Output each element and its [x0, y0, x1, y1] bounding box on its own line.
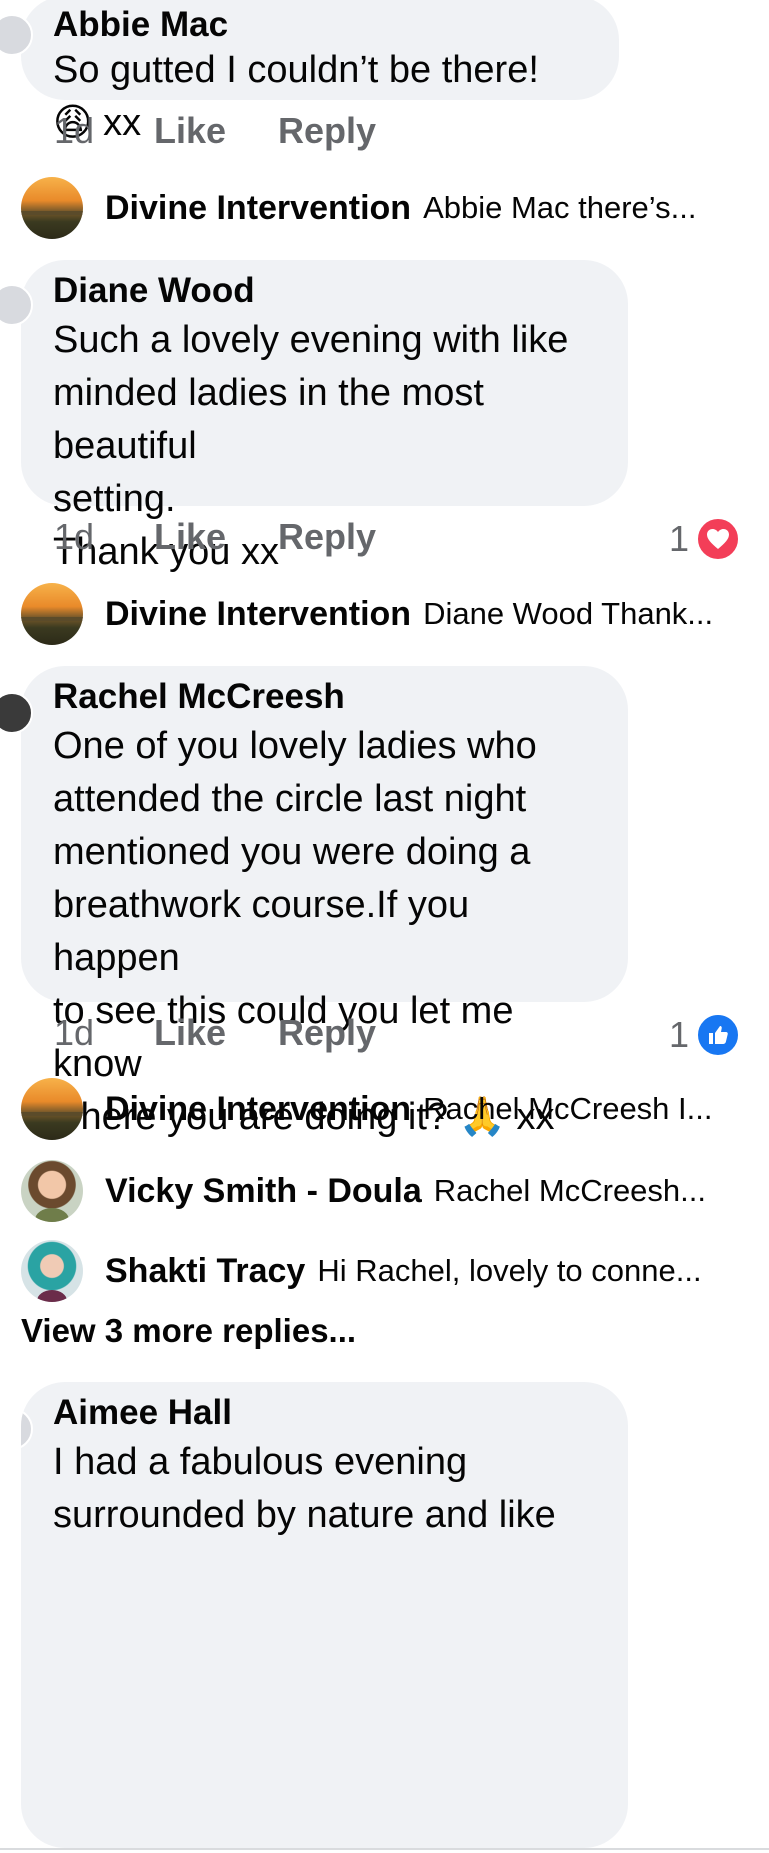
- avatar[interactable]: [0, 14, 33, 56]
- reply-button[interactable]: Reply: [278, 516, 376, 558]
- comment-text-line: minded ladies in the most beautiful: [53, 372, 484, 467]
- reply-button[interactable]: Reply: [278, 1012, 376, 1054]
- comment-text-line: attended the circle last night: [53, 778, 527, 820]
- avatar[interactable]: [21, 1160, 83, 1222]
- view-more-replies-link[interactable]: View 3 more replies...: [21, 1312, 356, 1350]
- avatar[interactable]: [21, 583, 83, 645]
- reply-snippet: Diane Wood Thank...: [423, 596, 714, 631]
- reply-preview[interactable]: Divine Intervention Rachel McCreesh I...: [21, 1078, 743, 1140]
- avatar[interactable]: [0, 692, 33, 734]
- comment-author[interactable]: Abbie Mac: [53, 2, 589, 48]
- comment-author[interactable]: Diane Wood: [53, 268, 598, 314]
- reply-preview[interactable]: Vicky Smith - Doula Rachel McCreesh...: [21, 1160, 743, 1222]
- like-reaction-icon: [695, 1012, 741, 1058]
- comment-author[interactable]: Rachel McCreesh: [53, 674, 598, 720]
- comment-text-line: I had a fabulous evening: [53, 1441, 468, 1483]
- comment-author[interactable]: Aimee Hall: [53, 1390, 598, 1436]
- comment-text-line: surrounded by nature and like: [53, 1494, 556, 1536]
- reply-author[interactable]: Divine Intervention: [105, 595, 411, 634]
- avatar[interactable]: [0, 284, 33, 326]
- reply-button[interactable]: Reply: [278, 110, 376, 152]
- reply-preview[interactable]: Shakti Tracy Hi Rachel, lovely to conne.…: [21, 1240, 743, 1302]
- avatar[interactable]: [21, 1408, 33, 1450]
- reaction-summary[interactable]: 1: [669, 1012, 741, 1058]
- comment-time[interactable]: 1d: [54, 110, 154, 152]
- comment-text-line: mentioned you were doing a: [53, 831, 531, 873]
- avatar[interactable]: [21, 177, 83, 239]
- comment-actions: 1d Like Reply: [54, 516, 376, 558]
- like-button[interactable]: Like: [154, 516, 278, 558]
- reply-snippet: Hi Rachel, lovely to conne...: [317, 1253, 702, 1288]
- reply-snippet: Rachel McCreesh...: [433, 1173, 707, 1208]
- heart-reaction-icon: [695, 516, 741, 562]
- comment-time[interactable]: 1d: [54, 516, 154, 558]
- reaction-summary[interactable]: 1: [669, 516, 741, 562]
- divider: [0, 1848, 769, 1850]
- comment-bubble-rachel-mccreesh: Rachel McCreesh One of you lovely ladies…: [0, 666, 628, 1138]
- comment-actions: 1d Like Reply: [54, 1012, 376, 1054]
- reply-author[interactable]: Shakti Tracy: [105, 1252, 305, 1291]
- avatar[interactable]: [21, 1240, 83, 1302]
- reply-snippet: Abbie Mac there’s...: [423, 190, 697, 225]
- reply-snippet: Rachel McCreesh I...: [423, 1091, 713, 1126]
- reply-author[interactable]: Divine Intervention: [105, 189, 411, 228]
- comment-actions: 1d Like Reply: [54, 110, 376, 152]
- comment-time[interactable]: 1d: [54, 1012, 154, 1054]
- reply-author[interactable]: Divine Intervention: [105, 1090, 411, 1129]
- avatar[interactable]: [21, 1078, 83, 1140]
- like-button[interactable]: Like: [154, 1012, 278, 1054]
- comment-text: I had a fabulous evening surrounded by n…: [53, 1436, 598, 1542]
- comment-bubble-diane-wood: Diane Wood Such a lovely evening with li…: [0, 260, 628, 573]
- comment-text-line: One of you lovely ladies who: [53, 725, 537, 767]
- reaction-count: 1: [668, 518, 689, 559]
- reply-preview[interactable]: Divine Intervention Diane Wood Thank...: [21, 583, 743, 645]
- comment-bubble-abbie-mac: Abbie Mac So gutted I couldn’t be there!…: [0, 0, 619, 144]
- reply-author[interactable]: Vicky Smith - Doula: [105, 1172, 422, 1211]
- comment-text-line: Such a lovely evening with like: [53, 319, 569, 361]
- reply-preview[interactable]: Divine Intervention Abbie Mac there’s...: [21, 177, 743, 239]
- comment-bubble-aimee-hall: Aimee Hall I had a fabulous evening surr…: [21, 1382, 628, 1848]
- reaction-count: 1: [668, 1014, 689, 1055]
- comment-text-line: breathwork course.If you happen: [53, 884, 470, 979]
- like-button[interactable]: Like: [154, 110, 278, 152]
